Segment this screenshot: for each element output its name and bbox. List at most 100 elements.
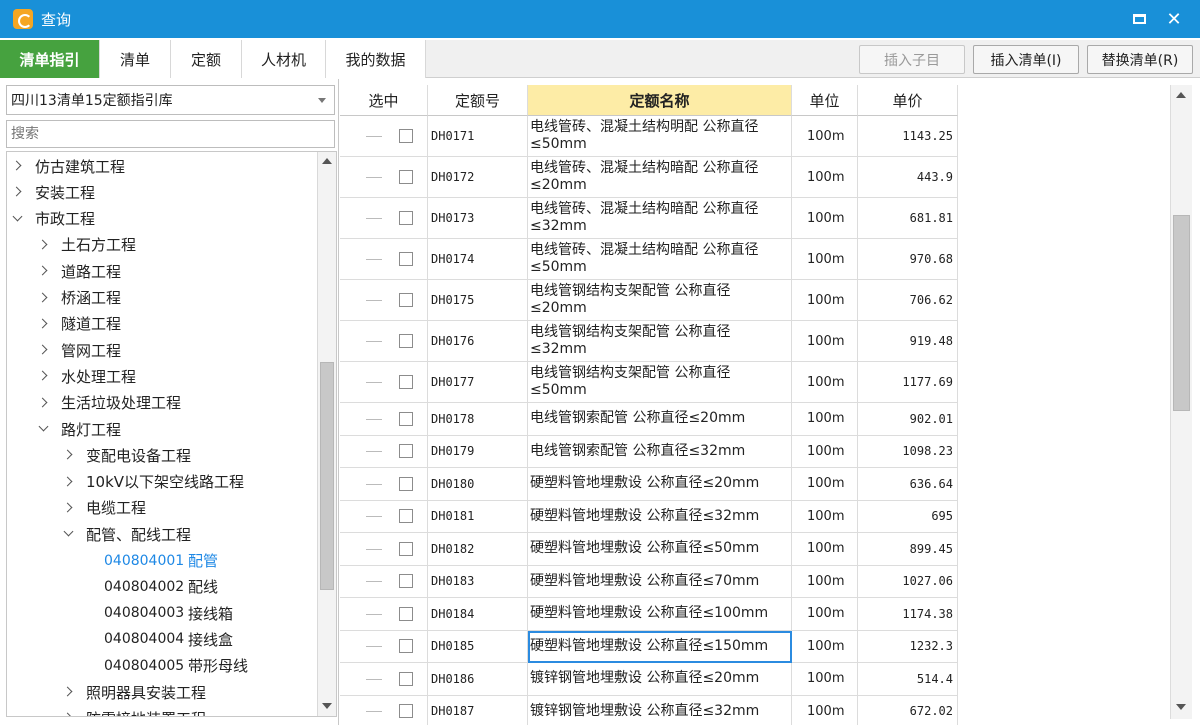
scroll-up-icon[interactable]	[319, 153, 335, 169]
row-checkbox[interactable]	[399, 606, 413, 621]
tree-node[interactable]: 桥涵工程	[37, 285, 121, 311]
tree-node[interactable]: 防雷接地装置工程	[62, 705, 206, 716]
row-checkbox[interactable]	[399, 574, 413, 589]
tab-quota[interactable]: 定额	[171, 40, 242, 78]
table-row[interactable]: DH0185 硬塑料管地埋敷设 公称直径≤150mm 100m 1232.3	[340, 630, 1160, 663]
tree-leaf-item[interactable]: 040804004 接线盒	[104, 626, 233, 652]
tree-node[interactable]: 生活垃圾处理工程	[37, 390, 181, 416]
row-checkbox[interactable]	[399, 704, 413, 719]
chevron-right-icon[interactable]	[62, 475, 76, 489]
insert-list-button[interactable]: 插入清单(I)	[973, 45, 1079, 74]
insert-child-button[interactable]: 插入子目	[859, 45, 965, 74]
row-checkbox[interactable]	[399, 444, 413, 459]
quota-name[interactable]: 硬塑料管地埋敷设 公称直径≤20mm	[528, 468, 792, 501]
tree-leaf-item[interactable]: 040804003 接线箱	[104, 600, 233, 626]
tree-node[interactable]: 路灯工程	[37, 416, 121, 442]
row-checkbox[interactable]	[399, 293, 413, 307]
table-row[interactable]: DH0182 硬塑料管地埋敷设 公称直径≤50mm 100m 899.45	[340, 533, 1160, 566]
row-checkbox[interactable]	[399, 411, 413, 426]
tree-scrollbar[interactable]	[317, 152, 336, 716]
tree-node[interactable]: 安装工程	[11, 179, 95, 205]
quota-name[interactable]: 电线管钢结构支架配管 公称直径 ≤50mm	[528, 362, 792, 403]
chevron-right-icon[interactable]	[11, 185, 25, 199]
chevron-right-icon[interactable]	[37, 264, 51, 278]
row-checkbox[interactable]	[399, 129, 413, 143]
tree-node[interactable]: 土石方工程	[37, 232, 136, 258]
table-row[interactable]: DH0178 电线管钢索配管 公称直径≤20mm 100m 902.01	[340, 403, 1160, 436]
quota-name[interactable]: 电线管砖、混凝土结构暗配 公称直径 ≤32mm	[528, 198, 792, 239]
tree-leaf-item[interactable]: 040804001 配管	[104, 548, 218, 574]
tree-node[interactable]: 变配电设备工程	[62, 442, 191, 468]
header-code[interactable]: 定额号	[428, 85, 528, 116]
tree-node[interactable]: 电缆工程	[62, 495, 146, 521]
tree-node[interactable]: 市政工程	[11, 206, 95, 232]
quota-name[interactable]: 硬塑料管地埋敷设 公称直径≤70mm	[528, 565, 792, 598]
row-checkbox[interactable]	[399, 334, 413, 348]
chevron-right-icon[interactable]	[62, 448, 76, 462]
quota-name[interactable]: 电线管砖、混凝土结构暗配 公称直径 ≤50mm	[528, 239, 792, 280]
library-select[interactable]: 四川13清单15定额指引库	[6, 85, 335, 115]
table-row[interactable]: DH0171 电线管砖、混凝土结构明配 公称直径 ≤50mm 100m 1143.25	[340, 116, 1160, 157]
tab-labor-material-machine[interactable]: 人材机	[242, 40, 326, 78]
tree-leaf-item[interactable]: 040804005 带形母线	[104, 653, 248, 679]
tree-node[interactable]: 道路工程	[37, 258, 121, 284]
tab-list-guide[interactable]: 清单指引	[0, 40, 100, 78]
table-row[interactable]: DH0184 硬塑料管地埋敷设 公称直径≤100mm 100m 1174.38	[340, 598, 1160, 631]
grid-scrollbar[interactable]	[1170, 85, 1192, 719]
close-button[interactable]: ✕	[1157, 0, 1191, 38]
table-row[interactable]: DH0172 电线管砖、混凝土结构暗配 公称直径 ≤20mm 100m 443.9	[340, 157, 1160, 198]
tree-node[interactable]: 照明器具安装工程	[62, 679, 206, 705]
chevron-right-icon[interactable]	[62, 501, 76, 515]
row-checkbox[interactable]	[399, 211, 413, 225]
quota-name[interactable]: 硬塑料管地埋敷设 公称直径≤50mm	[528, 533, 792, 566]
search-input[interactable]	[6, 120, 335, 148]
table-row[interactable]: DH0174 电线管砖、混凝土结构暗配 公称直径 ≤50mm 100m 970.68	[340, 239, 1160, 280]
table-row[interactable]: DH0183 硬塑料管地埋敷设 公称直径≤70mm 100m 1027.06	[340, 565, 1160, 598]
table-row[interactable]: DH0186 镀锌钢管地埋敷设 公称直径≤20mm 100m 514.4	[340, 663, 1160, 696]
quota-name[interactable]: 硬塑料管地埋敷设 公称直径≤150mm	[528, 630, 792, 663]
tree-node[interactable]: 水处理工程	[37, 363, 136, 389]
quota-name[interactable]: 镀锌钢管地埋敷设 公称直径≤32mm	[528, 695, 792, 725]
table-row[interactable]: DH0175 电线管钢结构支架配管 公称直径 ≤20mm 100m 706.62	[340, 280, 1160, 321]
table-row[interactable]: DH0173 电线管砖、混凝土结构暗配 公称直径 ≤32mm 100m 681.81	[340, 198, 1160, 239]
header-name[interactable]: 定额名称	[528, 85, 792, 116]
quota-name[interactable]: 电线管钢结构支架配管 公称直径 ≤20mm	[528, 280, 792, 321]
chevron-right-icon[interactable]	[37, 343, 51, 357]
chevron-down-icon[interactable]	[37, 422, 51, 436]
chevron-right-icon[interactable]	[37, 238, 51, 252]
tree-node[interactable]: 仿古建筑工程	[11, 153, 125, 179]
tree-scroll-thumb[interactable]	[320, 362, 334, 590]
tree-node[interactable]: 10kV以下架空线路工程	[62, 469, 244, 495]
header-price[interactable]: 单价	[858, 85, 958, 116]
chevron-right-icon[interactable]	[62, 711, 76, 716]
grid-scroll-thumb[interactable]	[1173, 215, 1190, 411]
table-row[interactable]: DH0181 硬塑料管地埋敷设 公称直径≤32mm 100m 695	[340, 500, 1160, 533]
table-row[interactable]: DH0177 电线管钢结构支架配管 公称直径 ≤50mm 100m 1177.69	[340, 362, 1160, 403]
chevron-down-icon[interactable]	[11, 212, 25, 226]
row-checkbox[interactable]	[399, 375, 413, 389]
tree-leaf-item[interactable]: 040804002 配线	[104, 574, 218, 600]
maximize-button[interactable]	[1122, 0, 1156, 38]
replace-list-button[interactable]: 替换清单(R)	[1087, 45, 1193, 74]
table-row[interactable]: DH0180 硬塑料管地埋敷设 公称直径≤20mm 100m 636.64	[340, 468, 1160, 501]
chevron-right-icon[interactable]	[37, 396, 51, 410]
tab-list[interactable]: 清单	[100, 40, 171, 78]
table-row[interactable]: DH0187 镀锌钢管地埋敷设 公称直径≤32mm 100m 672.02	[340, 695, 1160, 725]
quota-name[interactable]: 电线管钢索配管 公称直径≤32mm	[528, 435, 792, 468]
chevron-right-icon[interactable]	[37, 369, 51, 383]
quota-name[interactable]: 硬塑料管地埋敷设 公称直径≤32mm	[528, 500, 792, 533]
row-checkbox[interactable]	[399, 541, 413, 556]
row-checkbox[interactable]	[399, 170, 413, 184]
tab-my-data[interactable]: 我的数据	[326, 40, 426, 78]
tree-node[interactable]: 配管、配线工程	[62, 521, 191, 547]
scroll-down-icon[interactable]	[1173, 699, 1189, 715]
quota-name[interactable]: 镀锌钢管地埋敷设 公称直径≤20mm	[528, 663, 792, 696]
table-row[interactable]: DH0176 电线管钢结构支架配管 公称直径 ≤32mm 100m 919.48	[340, 321, 1160, 362]
header-unit[interactable]: 单位	[792, 85, 858, 116]
chevron-down-icon[interactable]	[62, 527, 76, 541]
quota-name[interactable]: 硬塑料管地埋敷设 公称直径≤100mm	[528, 598, 792, 631]
scroll-up-icon[interactable]	[1173, 87, 1189, 103]
quota-name[interactable]: 电线管砖、混凝土结构暗配 公称直径 ≤20mm	[528, 157, 792, 198]
row-checkbox[interactable]	[399, 671, 413, 686]
tree-node[interactable]: 隧道工程	[37, 311, 121, 337]
